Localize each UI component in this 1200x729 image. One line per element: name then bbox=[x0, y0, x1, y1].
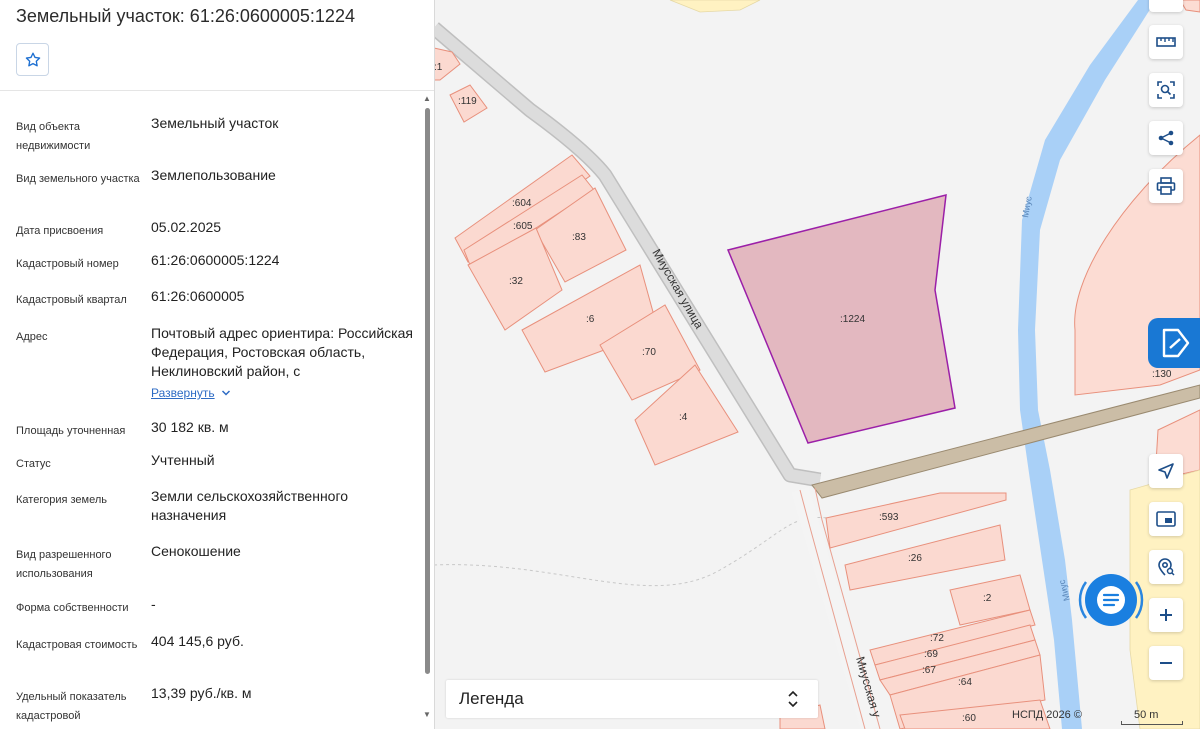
zoom-out-icon bbox=[1160, 662, 1172, 664]
plot-label: :32 bbox=[509, 276, 523, 287]
scrollbar-thumb[interactable] bbox=[425, 108, 430, 674]
row-value: 05.02.2025 bbox=[151, 219, 222, 235]
plot-label: :60 bbox=[962, 713, 976, 724]
zoom-out-button[interactable] bbox=[1149, 646, 1183, 680]
print-button[interactable] bbox=[1149, 169, 1183, 203]
row-label: Площадь уточненная bbox=[16, 425, 126, 437]
favorite-button[interactable] bbox=[16, 43, 49, 76]
row-label: Кадастровый квартал bbox=[16, 294, 127, 306]
minimap-button[interactable] bbox=[1149, 502, 1183, 536]
scale-bar bbox=[1121, 721, 1183, 725]
row-value: 404 145,6 руб. bbox=[151, 633, 244, 649]
measure-button[interactable] bbox=[1149, 25, 1183, 59]
locate-button[interactable] bbox=[1149, 454, 1183, 488]
print-icon bbox=[1156, 177, 1176, 195]
row-label: Вид объекта недвижимости bbox=[16, 121, 91, 152]
locate-arrow-icon bbox=[1158, 463, 1174, 479]
row-value: - bbox=[151, 596, 156, 612]
row-value: Почтовый адрес ориентира: Российская Фед… bbox=[151, 325, 413, 379]
plot-label: :604 bbox=[512, 198, 532, 209]
expand-link-label: Развернуть bbox=[151, 386, 215, 400]
row-label: Кадастровая стоимость bbox=[16, 639, 138, 651]
ruler-icon bbox=[1156, 37, 1176, 47]
legend-panel[interactable]: Легенда bbox=[446, 680, 818, 718]
row-label: Форма собственности bbox=[16, 602, 129, 614]
plot-label: :130 bbox=[1152, 369, 1172, 380]
share-icon bbox=[1158, 130, 1174, 146]
panel-divider bbox=[0, 90, 434, 91]
legend-label: Легенда bbox=[459, 689, 524, 708]
plot-label: :605 bbox=[513, 221, 533, 232]
panel-title: Земельный участок: 61:26:0600005:1224 bbox=[16, 6, 355, 26]
scale-label: 50 m bbox=[1134, 709, 1159, 721]
area-search-icon bbox=[1157, 81, 1175, 99]
zoom-in-button[interactable] bbox=[1149, 598, 1183, 632]
layers-button[interactable] bbox=[1149, 0, 1183, 12]
share-button[interactable] bbox=[1149, 121, 1183, 155]
plot-label: :119 bbox=[458, 96, 477, 107]
selected-parcel-label: :1224 bbox=[840, 314, 865, 325]
scroll-up-icon[interactable]: ▲ bbox=[423, 95, 431, 103]
plot-label: :64 bbox=[958, 677, 972, 688]
row-value: 30 182 кв. м bbox=[151, 419, 229, 435]
nspd-logo-icon bbox=[1162, 328, 1190, 358]
plot-label: :4 bbox=[679, 412, 688, 423]
expand-address-link[interactable]: Развернуть bbox=[151, 386, 231, 400]
plot-label: :83 bbox=[572, 232, 586, 243]
expand-collapse-icon[interactable] bbox=[783, 686, 803, 712]
plot-label: :70 bbox=[642, 347, 656, 358]
row-value: Землепользование bbox=[151, 167, 276, 183]
row-value: Земельный участок bbox=[151, 115, 279, 131]
geo-search-button[interactable] bbox=[1149, 550, 1183, 584]
area-search-button[interactable] bbox=[1149, 73, 1183, 107]
row-label: Дата присвоения bbox=[16, 225, 104, 237]
chat-icon bbox=[1097, 586, 1125, 614]
minimap-icon bbox=[1156, 511, 1176, 527]
star-icon bbox=[25, 52, 40, 66]
row-label: Статус bbox=[16, 458, 51, 470]
row-value: 61:26:0600005:1224 bbox=[151, 252, 280, 268]
plot-label: :69 bbox=[924, 649, 938, 660]
row-label: Вид земельного участка bbox=[16, 173, 140, 185]
row-label: Адрес bbox=[16, 331, 48, 343]
row-label: Удельный показатель кадастровой bbox=[16, 691, 127, 722]
row-value: 13,39 руб./кв. м bbox=[151, 685, 252, 701]
map-attribution: НСПД 2026 © bbox=[1012, 709, 1082, 721]
plot-label: :593 bbox=[879, 512, 899, 523]
plot-label: :1 bbox=[434, 62, 443, 73]
scroll-down-icon[interactable]: ▼ bbox=[423, 711, 431, 719]
row-value: Учтенный bbox=[151, 452, 215, 468]
nspd-button[interactable] bbox=[1148, 318, 1200, 368]
plot-label: :2 bbox=[983, 593, 992, 604]
row-value: Земли сельскохозяйственного назначения bbox=[151, 488, 349, 523]
row-value: 61:26:0600005 bbox=[151, 288, 245, 304]
geo-search-icon bbox=[1158, 558, 1175, 576]
row-label: Категория земель bbox=[16, 494, 107, 506]
row-label: Вид разрешенного использования bbox=[16, 549, 112, 580]
plot-label: :72 bbox=[930, 633, 944, 644]
plot-label: :6 bbox=[586, 314, 595, 325]
row-label: Кадастровый номер bbox=[16, 258, 119, 270]
plot-label: :67 bbox=[922, 665, 936, 676]
plot-label: :26 bbox=[908, 553, 922, 564]
chat-button[interactable] bbox=[1076, 568, 1146, 632]
chevron-down-icon bbox=[221, 390, 230, 396]
zoom-in-icon bbox=[1160, 609, 1172, 621]
row-value: Сенокошение bbox=[151, 543, 241, 559]
info-panel: Земельный участок: 61:26:0600005:1224 Ви… bbox=[0, 0, 435, 729]
